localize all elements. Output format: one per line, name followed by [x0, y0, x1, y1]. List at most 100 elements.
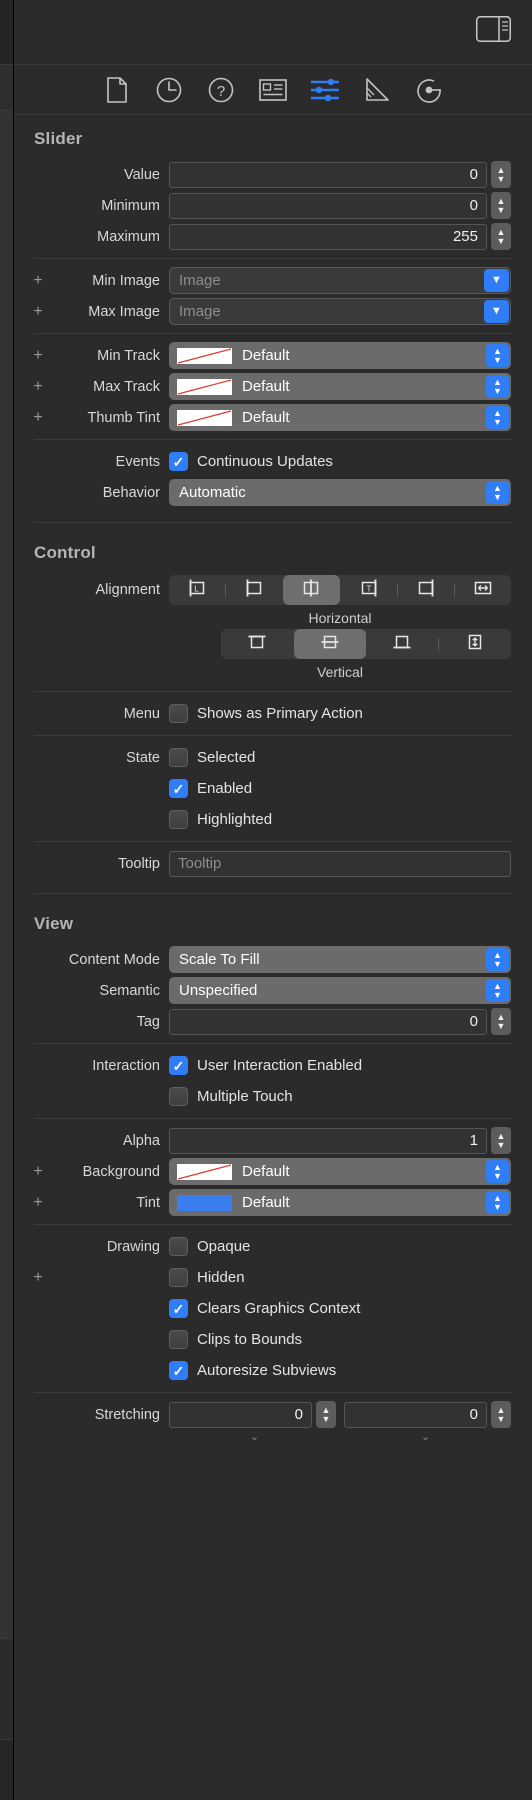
align-center-horizontal-button[interactable] [283, 575, 340, 605]
add-variation-min-track-icon[interactable]: + [32, 347, 44, 364]
thumb-tint-color-popup[interactable]: Default ▲ ▼ [169, 404, 511, 431]
stretching-x-stepper[interactable]: ▲ ▼ [316, 1401, 336, 1428]
slider-maximum-stepper[interactable]: ▲ ▼ [491, 223, 511, 250]
inspector-panel-toggle-button[interactable] [476, 16, 511, 42]
divider [34, 439, 512, 440]
chevron-down-icon[interactable]: ▼ [484, 300, 509, 323]
history-inspector-tab[interactable] [143, 70, 195, 110]
checkbox-unchecked-icon[interactable] [169, 704, 188, 723]
popup-arrows-icon[interactable]: ▲ ▼ [486, 979, 509, 1002]
stretching-x-input[interactable]: 0 [169, 1401, 312, 1428]
tooltip-input[interactable]: Tooltip [169, 850, 511, 877]
slider-value-input[interactable]: 0 [169, 161, 487, 188]
hidden-checkbox[interactable]: Hidden [169, 1268, 245, 1287]
popup-arrows-icon[interactable]: ▲ ▼ [486, 1191, 509, 1214]
add-variation-min-image-icon[interactable]: + [32, 272, 44, 289]
inspector-content[interactable]: Slider Value 0 ▲ ▼ Minimum 0 ▲ ▼ Maximum 2… [14, 115, 532, 1800]
align-leading-button[interactable] [226, 575, 282, 605]
shows-as-primary-action-checkbox[interactable]: Shows as Primary Action [169, 704, 363, 723]
connections-arrow-icon [416, 77, 442, 103]
vertical-alignment-segmented-control[interactable] [221, 629, 511, 659]
continuous-updates-checkbox[interactable]: Continuous Updates [169, 452, 333, 471]
align-bottom-button[interactable] [367, 629, 439, 659]
add-variation-hidden-icon[interactable]: + [32, 1269, 44, 1286]
identity-inspector-tab[interactable] [247, 70, 299, 110]
content-mode-popup[interactable]: Scale To Fill ▲ ▼ [169, 946, 511, 973]
state-selected-checkbox[interactable]: Selected [169, 748, 255, 767]
checkbox-checked-icon[interactable] [169, 1361, 188, 1380]
row-min-track: + Min Track Default ▲ ▼ [14, 340, 532, 371]
clears-graphics-context-checkbox[interactable]: Clears Graphics Context [169, 1299, 360, 1318]
align-top-button[interactable] [221, 629, 293, 659]
add-variation-tint-icon[interactable]: + [32, 1194, 44, 1211]
max-track-color-popup[interactable]: Default ▲ ▼ [169, 373, 511, 400]
attributes-inspector-tab[interactable] [299, 70, 351, 110]
connections-inspector-tab[interactable] [403, 70, 455, 110]
thumb-tint-color-value: Default [242, 409, 290, 426]
stretching-captions: ⌄ ⌄ [14, 1430, 532, 1443]
multiple-touch-checkbox[interactable]: Multiple Touch [169, 1087, 293, 1106]
state-highlighted-checkbox[interactable]: Highlighted [169, 810, 272, 829]
popup-arrows-icon[interactable]: ▲ ▼ [486, 481, 509, 504]
checkbox-unchecked-icon[interactable] [169, 810, 188, 829]
align-right-button[interactable] [398, 575, 454, 605]
popup-arrows-icon[interactable]: ▲ ▼ [486, 375, 509, 398]
tag-input[interactable]: 0 [169, 1008, 487, 1035]
add-variation-background-icon[interactable]: + [32, 1163, 44, 1180]
chevron-down-icon[interactable]: ▼ [484, 269, 509, 292]
user-interaction-enabled-checkbox[interactable]: User Interaction Enabled [169, 1056, 362, 1075]
align-center-vertical-button[interactable] [293, 629, 366, 659]
tag-stepper[interactable]: ▲ ▼ [491, 1008, 511, 1035]
stretching-y-input[interactable]: 0 [344, 1401, 487, 1428]
checkbox-checked-icon[interactable] [169, 1299, 188, 1318]
align-fill-horizontal-button[interactable] [455, 575, 511, 605]
max-image-combo[interactable]: Image ▼ [169, 298, 511, 325]
quick-help-inspector-tab[interactable]: ? [195, 70, 247, 110]
stretching-y-stepper[interactable]: ▲ ▼ [491, 1401, 511, 1428]
slider-maximum-input[interactable]: 255 [169, 223, 487, 250]
checkbox-unchecked-icon[interactable] [169, 1237, 188, 1256]
opaque-checkbox[interactable]: Opaque [169, 1237, 250, 1256]
checkbox-checked-icon[interactable] [169, 452, 188, 471]
state-enabled-checkbox[interactable]: Enabled [169, 779, 252, 798]
divider [34, 1224, 512, 1225]
slider-minimum-stepper[interactable]: ▲ ▼ [491, 192, 511, 219]
popup-arrows-icon[interactable]: ▲ ▼ [486, 406, 509, 429]
label-value: Value [123, 166, 160, 183]
checkbox-unchecked-icon[interactable] [169, 1268, 188, 1287]
min-image-combo[interactable]: Image ▼ [169, 267, 511, 294]
alpha-input[interactable]: 1 [169, 1127, 487, 1154]
add-variation-max-track-icon[interactable]: + [32, 378, 44, 395]
row-max-image: + Max Image Image ▼ [14, 296, 532, 327]
slider-value-stepper[interactable]: ▲ ▼ [491, 161, 511, 188]
label-tag: Tag [136, 1013, 160, 1030]
checkbox-checked-icon[interactable] [169, 1056, 188, 1075]
align-left-button[interactable]: L [169, 575, 225, 605]
slider-minimum-input[interactable]: 0 [169, 192, 487, 219]
behavior-popup[interactable]: Automatic ▲ ▼ [169, 479, 511, 506]
checkbox-unchecked-icon[interactable] [169, 748, 188, 767]
semantic-popup[interactable]: Unspecified ▲ ▼ [169, 977, 511, 1004]
tint-color-popup[interactable]: Default ▲ ▼ [169, 1189, 511, 1216]
file-inspector-tab[interactable] [91, 70, 143, 110]
background-color-popup[interactable]: Default ▲ ▼ [169, 1158, 511, 1185]
popup-arrows-icon[interactable]: ▲ ▼ [486, 948, 509, 971]
max-image-placeholder: Image [179, 303, 221, 320]
align-fill-vertical-button[interactable] [439, 629, 511, 659]
popup-arrows-icon[interactable]: ▲ ▼ [486, 1160, 509, 1183]
row-tag: Tag 0 ▲ ▼ [14, 1006, 532, 1037]
size-inspector-tab[interactable] [351, 70, 403, 110]
checkbox-unchecked-icon[interactable] [169, 1330, 188, 1349]
add-variation-thumb-tint-icon[interactable]: + [32, 409, 44, 426]
add-variation-max-image-icon[interactable]: + [32, 303, 44, 320]
alpha-stepper[interactable]: ▲ ▼ [491, 1127, 511, 1154]
checkbox-checked-icon[interactable] [169, 779, 188, 798]
align-trailing-button[interactable]: T [341, 575, 397, 605]
popup-arrows-icon[interactable]: ▲ ▼ [486, 344, 509, 367]
min-track-color-popup[interactable]: Default ▲ ▼ [169, 342, 511, 369]
checkbox-unchecked-icon[interactable] [169, 1087, 188, 1106]
autoresize-subviews-checkbox[interactable]: Autoresize Subviews [169, 1361, 336, 1380]
clips-to-bounds-checkbox[interactable]: Clips to Bounds [169, 1330, 302, 1349]
horizontal-alignment-segmented-control[interactable]: L T [169, 575, 511, 605]
svg-text:T: T [366, 584, 371, 593]
